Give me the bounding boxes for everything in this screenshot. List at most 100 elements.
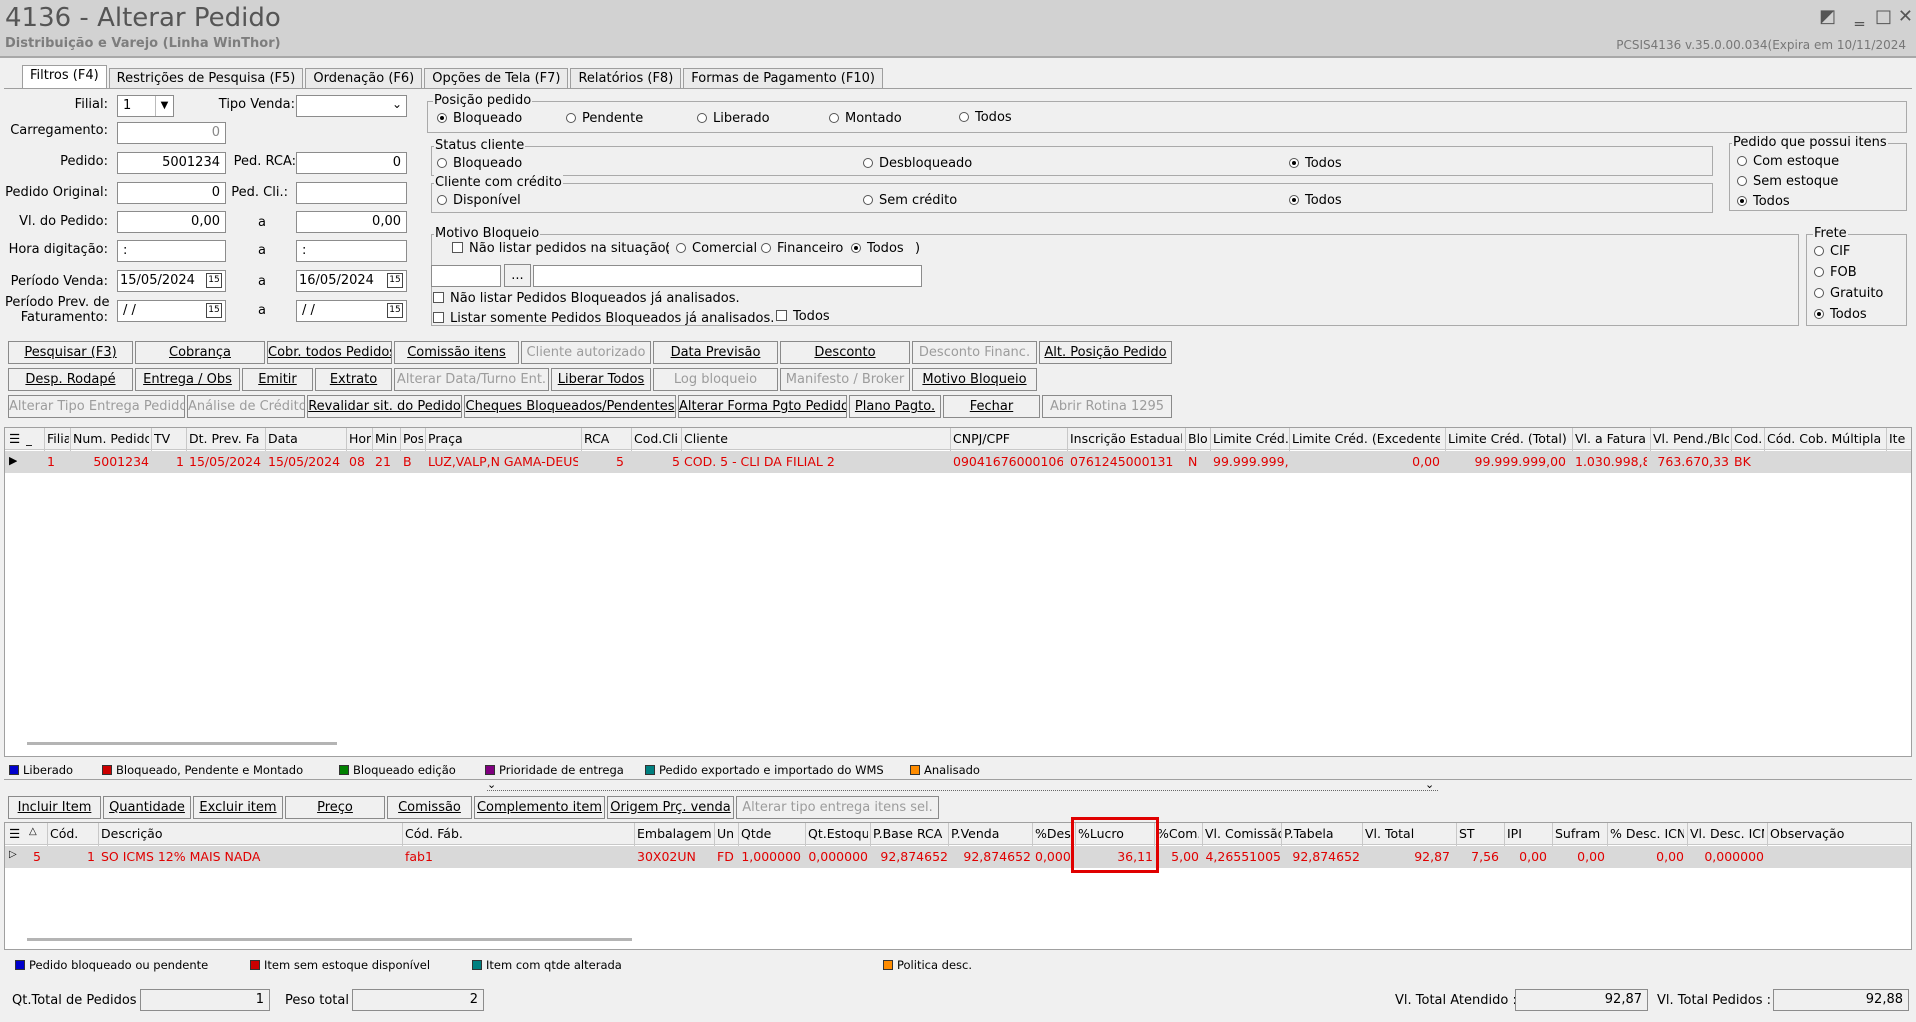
vl-pedido-to[interactable]: 0,00 — [296, 211, 407, 233]
motivo-desc-input[interactable] — [533, 265, 922, 287]
column-header[interactable]: P.Venda — [951, 826, 1031, 841]
alterar-tipo-entrega-itens-button[interactable]: Alterar tipo entrega itens sel. — [736, 796, 939, 819]
tipo-venda-select[interactable]: ⌄ — [296, 95, 407, 117]
entrega-obs-button[interactable]: Entrega / Obs — [135, 368, 240, 391]
column-header[interactable]: Limite Créd. — [1213, 431, 1288, 446]
pedidos-grid[interactable] — [4, 427, 1912, 757]
radio-itens-sem-estoque[interactable]: Sem estoque — [1737, 174, 1838, 189]
motivo-code-input[interactable] — [431, 265, 501, 287]
column-header[interactable]: Vl. a Faturar — [1575, 431, 1647, 446]
column-header[interactable]: Cod.Cli — [634, 431, 680, 446]
column-header[interactable]: CNPJ/CPF — [953, 431, 1063, 446]
minimize-icon[interactable]: ‗ — [1855, 6, 1864, 27]
tab-restricoes[interactable]: Restrições de Pesquisa (F5) — [108, 68, 304, 89]
column-header[interactable]: Data — [268, 431, 342, 446]
column-header[interactable]: Embalagem — [637, 826, 712, 841]
radio-status-todos[interactable]: Todos — [1289, 156, 1342, 171]
horizontal-scrollbar[interactable] — [27, 742, 337, 745]
column-header[interactable]: Pos — [403, 431, 423, 446]
column-header[interactable]: TV — [154, 431, 184, 446]
periodo-prev-from[interactable]: / /15 — [117, 300, 226, 322]
hora-from[interactable]: : — [117, 240, 226, 262]
column-header[interactable]: % Desc. ICN — [1610, 826, 1684, 841]
nao-listar-checkbox[interactable]: Não listar pedidos na situação: — [452, 241, 670, 256]
column-header[interactable]: Cód. — [50, 826, 95, 841]
column-header[interactable]: Limite Créd. (Total) — [1448, 431, 1566, 446]
radio-posicao-montado[interactable]: Montado — [829, 111, 902, 126]
nao-listar-analisados-checkbox[interactable]: Não listar Pedidos Bloqueados já analisa… — [433, 291, 740, 306]
grid-menu-icon[interactable]: ☰ — [9, 826, 20, 841]
periodo-venda-from[interactable]: 15/05/2024 15 — [117, 270, 226, 292]
filial-select[interactable]: 1 ▼ — [117, 95, 174, 117]
incluir-item-button[interactable]: Incluir Item — [8, 796, 101, 819]
quantidade-button[interactable]: Quantidade — [103, 796, 191, 819]
column-header[interactable]: Hor — [349, 431, 371, 446]
radio-frete-cif[interactable]: CIF — [1814, 244, 1850, 259]
radio-credito-todos[interactable]: Todos — [1289, 193, 1342, 208]
column-header[interactable]: Cód. Fáb. — [405, 826, 625, 841]
column-header[interactable]: Dt. Prev. Fa — [189, 431, 262, 446]
desconto-button[interactable]: Desconto — [780, 341, 910, 364]
column-header[interactable]: Descrição — [101, 826, 401, 841]
pesquisar-button[interactable]: Pesquisar (F3) — [8, 341, 133, 364]
column-header[interactable]: Sufram — [1555, 826, 1605, 841]
radio-posicao-todos[interactable]: Todos — [959, 110, 1012, 125]
column-header[interactable]: Filia — [47, 431, 69, 446]
column-header[interactable]: %Des — [1035, 826, 1075, 841]
alterar-tipo-entrega-button[interactable]: Alterar Tipo Entrega Pedido — [8, 395, 185, 418]
column-header[interactable]: Observação — [1770, 826, 1890, 841]
column-header[interactable]: %Com. — [1157, 826, 1199, 841]
pedido-original-input[interactable]: 0 — [117, 182, 226, 204]
liberar-todos-button[interactable]: Liberar Todos — [551, 368, 651, 391]
motivo-bloqueio-button[interactable]: Motivo Bloqueio — [912, 368, 1037, 391]
ped-rca-input[interactable]: 0 — [296, 152, 407, 174]
cliente-autorizado-button[interactable]: Cliente autorizado — [521, 341, 651, 364]
radio-posicao-bloqueado[interactable]: Bloqueado — [437, 111, 522, 126]
chevron-down-icon[interactable]: ⌄ — [1425, 778, 1434, 791]
radio-motivo-financeiro[interactable]: Financeiro — [761, 241, 843, 256]
calendar-icon[interactable]: 15 — [206, 303, 222, 318]
column-header[interactable]: P.Base RCA — [873, 826, 948, 841]
manifesto-broker-button[interactable]: Manifesto / Broker — [780, 368, 910, 391]
radio-posicao-pendente[interactable]: Pendente — [566, 111, 643, 126]
column-header[interactable]: Praça — [428, 431, 578, 446]
tab-opcoes-tela[interactable]: Opções de Tela (F7) — [424, 68, 569, 89]
column-header[interactable]: Vl. Comissão — [1205, 826, 1281, 841]
motivo-search-button[interactable]: ... — [504, 264, 531, 287]
close-icon[interactable]: ✕ — [1898, 6, 1913, 27]
column-header[interactable]: Vl. Desc. ICN — [1690, 826, 1764, 841]
cobranca-button[interactable]: Cobrança — [135, 341, 265, 364]
cobr-todos-button[interactable]: Cobr. todos Pedidos — [267, 341, 392, 364]
log-bloqueio-button[interactable]: Log bloqueio — [653, 368, 778, 391]
tab-relatorios[interactable]: Relatórios (F8) — [570, 68, 682, 89]
preco-button[interactable]: Preço — [285, 796, 385, 819]
vl-pedido-from[interactable]: 0,00 — [117, 211, 226, 233]
listar-somente-analisados-checkbox[interactable]: Listar somente Pedidos Bloqueados já ana… — [433, 311, 774, 326]
column-header[interactable]: Ite — [1889, 431, 1909, 446]
column-header[interactable]: Cod. — [1734, 431, 1764, 446]
radio-status-desbloqueado[interactable]: Desbloqueado — [863, 156, 972, 171]
radio-itens-todos[interactable]: Todos — [1737, 194, 1790, 209]
complemento-item-button[interactable]: Complemento item — [474, 796, 605, 819]
column-header[interactable]: Blo — [1188, 431, 1208, 446]
column-header[interactable]: Un — [717, 826, 737, 841]
column-header[interactable]: Qtde — [741, 826, 801, 841]
carregamento-input[interactable]: 0 — [117, 122, 226, 144]
periodo-prev-to[interactable]: / /15 — [296, 300, 407, 322]
column-header[interactable]: P.Tabela — [1284, 826, 1360, 841]
extrato-button[interactable]: Extrato — [315, 368, 392, 391]
radio-frete-fob[interactable]: FOB — [1814, 265, 1857, 280]
alterar-data-turno-button[interactable]: Alterar Data/Turno Ent. — [394, 368, 549, 391]
horizontal-scrollbar[interactable] — [27, 938, 632, 941]
column-header[interactable]: Qt.Estoque — [808, 826, 868, 841]
abrir-rotina-button[interactable]: Abrir Rotina 1295 — [1042, 395, 1172, 418]
origem-prc-button[interactable]: Origem Prç. venda — [607, 796, 734, 819]
alterar-forma-pgto-button[interactable]: Alterar Forma Pgto Pedido — [678, 395, 847, 418]
column-header[interactable]: RCA — [584, 431, 624, 446]
comissao-button[interactable]: Comissão — [387, 796, 472, 819]
calendar-icon[interactable]: 15 — [387, 273, 403, 288]
column-header[interactable]: Num. Pedido — [73, 431, 149, 446]
radio-frete-todos[interactable]: Todos — [1814, 307, 1867, 322]
tab-filtros[interactable]: Filtros (F4) — [22, 65, 107, 89]
column-header[interactable]: Vl. Total — [1365, 826, 1450, 841]
